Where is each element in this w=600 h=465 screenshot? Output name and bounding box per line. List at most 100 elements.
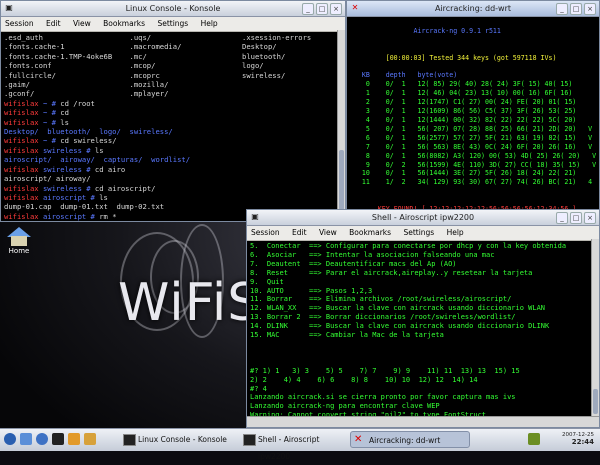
terminal-line: 9 0/ 2 56(1599) 4E( 110) 3D( 27) CC( 18)…	[350, 160, 597, 169]
aircrack-titlebar[interactable]: ✕ Aircracking: dd-wrt _ □ ×	[347, 1, 599, 17]
terminal-line: 3 0/ 1 12(1609) 86( 56) C5( 37) 3F( 26) …	[350, 107, 577, 116]
wallpaper-logo-text: WiFiS	[118, 273, 262, 333]
aircrack-window[interactable]: ✕ Aircracking: dd-wrt _ □ × Aircrack-ng …	[346, 0, 600, 211]
browser-icon[interactable]	[36, 433, 48, 445]
terminal-line: wifislax swireless # cd airoscript/	[4, 183, 156, 193]
menu-settings[interactable]: Settings	[157, 19, 188, 28]
terminal-line: 1 0/ 1 12( 46) 04( 23) 13( 10) 00( 16) 6…	[350, 89, 573, 98]
terminal-launcher-icon[interactable]	[52, 433, 64, 445]
menu-view[interactable]: View	[319, 228, 337, 237]
terminal-line: wifislax swireless # cd airo	[4, 164, 126, 174]
terminal-line: 12. WLAN_XX ==> Buscar la clave con airc…	[250, 304, 546, 313]
shell-title: Shell - Airoscript ipw2200	[371, 213, 475, 222]
scrollbar-thumb[interactable]	[339, 150, 344, 210]
konsole-menubar: Session Edit View Bookmarks Settings Hel…	[1, 17, 345, 32]
terminal-line: airoscript/ airoway/ capturas/ wordlist/	[4, 155, 191, 165]
terminal-line: wifislax ~ # cd swireless/	[4, 136, 117, 146]
terminal-line: 8. Reset ==> Parar el aircrack,aireplay.…	[250, 268, 533, 277]
x-app-icon[interactable]: ✕	[350, 3, 360, 13]
menu-session[interactable]: Session	[5, 19, 34, 28]
clock[interactable]: 2007-12-25 22:44	[562, 432, 594, 446]
terminal-line: 11. Borrar ==> Elimina archivos /root/sw…	[250, 295, 512, 304]
konsole-titlebar[interactable]: ▣ Linux Console - Konsole _ □ ×	[1, 1, 345, 17]
aircrack-terminal-output[interactable]: Aircrack-ng 0.9.1 r511 [00:00:03] Tested…	[347, 17, 599, 210]
terminal-line: 4 0/ 1 12(1444) 00( 32) 82( 22) 22( 22) …	[350, 115, 577, 124]
aircrack-title: Aircracking: dd-wrt	[434, 4, 512, 13]
task-label: Aircracking: dd-wrt	[369, 436, 441, 445]
show-desktop-icon[interactable]	[20, 433, 32, 445]
close-button[interactable]: ×	[584, 212, 596, 224]
home-folder-icon[interactable]	[84, 433, 96, 445]
taskbar: Linux Console - Konsole Shell - Airoscri…	[0, 428, 600, 461]
terminal-line: .fonts.cache-1.TMP-4oke6B .mc/ bluetooth…	[4, 51, 286, 61]
terminal-app-icon[interactable]: ▣	[250, 212, 260, 222]
terminal-line: Aircrack-ng 0.9.1 r511	[350, 26, 501, 35]
terminal-line: 6 0/ 1 56(2577) 57( 27) 5F( 21) 63( 19) …	[350, 133, 593, 142]
konsole-terminal-output[interactable]: .esd_auth .uqs/ .xsession-errors .fonts.c…	[1, 32, 345, 221]
shell-menubar: Session Edit View Bookmarks Settings Hel…	[247, 226, 599, 241]
menu-help[interactable]: Help	[447, 228, 464, 237]
kde-menu-icon[interactable]	[4, 433, 16, 445]
terminal-line: wifislax swireless # ls	[4, 145, 104, 155]
maximize-button[interactable]: □	[570, 212, 582, 224]
terminal-line: [00:00:03] Tested 344 keys (got 597118 I…	[350, 53, 557, 62]
minimize-button[interactable]: _	[302, 3, 314, 15]
task-label: Shell - Airoscript ipw2200	[258, 435, 320, 461]
home-icon	[7, 227, 31, 246]
terminal-line: wifislax ~ # cd	[4, 108, 69, 118]
task-shell[interactable]: Shell - Airoscript ipw2200	[240, 431, 346, 461]
terminal-line: wifislax ~ # cd /root	[4, 98, 95, 108]
menu-help[interactable]: Help	[201, 19, 218, 28]
shell-tab-strip[interactable]	[247, 416, 599, 427]
terminal-line: 9. Quit	[250, 277, 284, 286]
home-icon-label: Home	[8, 247, 30, 255]
konsole-scrollbar[interactable]	[337, 30, 345, 221]
close-button[interactable]: ×	[584, 3, 596, 15]
scrollbar-thumb[interactable]	[593, 389, 598, 414]
terminal-line: #? 4	[250, 384, 267, 393]
task-aircrack[interactable]: ✕ Aircracking: dd-wrt	[350, 431, 470, 448]
terminal-line: 15. MAC ==> Cambiar la Mac de la tarjeta	[250, 331, 444, 340]
terminal-line: 10 0/ 1 56(1444) 3E( 27) 5F( 26) 18( 24)…	[350, 169, 577, 178]
terminal-line: 7 0/ 1 56( 563) 8E( 43) 0C( 24) 6F( 20) …	[350, 142, 593, 151]
task-konsole[interactable]: Linux Console - Konsole	[120, 431, 238, 448]
terminal-line: 5 0/ 1 56( 207) 07( 28) 88( 25) 66( 21) …	[350, 124, 593, 133]
task-label: Linux Console - Konsole	[138, 435, 227, 444]
menu-session[interactable]: Session	[251, 228, 280, 237]
menu-bookmarks[interactable]: Bookmarks	[349, 228, 391, 237]
menu-edit[interactable]: Edit	[292, 228, 307, 237]
close-button[interactable]: ×	[330, 3, 342, 15]
shell-scrollbar[interactable]	[591, 239, 599, 417]
terminal-line: Lanzando aircrack.si se cierra pronto po…	[250, 393, 516, 402]
clock-time: 22:44	[571, 438, 594, 446]
menu-settings[interactable]: Settings	[403, 228, 434, 237]
maximize-button[interactable]: □	[570, 3, 582, 15]
terminal-line: 2 0/ 1 12(1747) C1( 27) 00( 24) FE( 20) …	[350, 98, 577, 107]
terminal-line: wifislax airoscript # ls	[4, 192, 108, 202]
shell-titlebar[interactable]: ▣ Shell - Airoscript ipw2200 _ □ ×	[247, 210, 599, 226]
maximize-button[interactable]: □	[316, 3, 328, 15]
shell-window[interactable]: ▣ Shell - Airoscript ipw2200 _ □ × Sessi…	[246, 209, 600, 428]
terminal-line: .fonts.conf .mcop/ logo/	[4, 61, 264, 71]
shell-terminal-output[interactable]: 5. Conectar ==> Configurar para conectar…	[247, 241, 599, 427]
terminal-line: .esd_auth .uqs/ .xsession-errors	[4, 33, 312, 42]
minimize-button[interactable]: _	[556, 3, 568, 15]
terminal-app-icon[interactable]: ▣	[4, 3, 14, 13]
konsole-window[interactable]: ▣ Linux Console - Konsole _ □ × Session …	[0, 0, 346, 222]
menu-view[interactable]: View	[73, 19, 91, 28]
menu-edit[interactable]: Edit	[46, 19, 61, 28]
file-manager-icon[interactable]	[68, 433, 80, 445]
terminal-line: 14. DLINK ==> Buscar la clave con aircra…	[250, 322, 550, 331]
menu-bookmarks[interactable]: Bookmarks	[103, 19, 145, 28]
network-tray-icon[interactable]	[528, 433, 540, 445]
minimize-button[interactable]: _	[556, 212, 568, 224]
home-desktop-icon[interactable]: Home	[6, 227, 32, 255]
terminal-line: 11 1/ 2 34( 129) 93( 30) 67( 27) 74( 26)…	[350, 178, 593, 187]
terminal-line: wifislax ~ # ls	[4, 117, 69, 127]
